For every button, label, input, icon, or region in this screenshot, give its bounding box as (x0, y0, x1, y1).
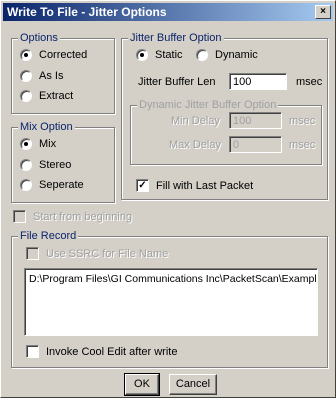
radio-icon (196, 49, 208, 61)
mix-mix-label: Mix (39, 138, 57, 150)
start-from-beginning-checkbox[interactable]: Start from beginning (13, 210, 132, 223)
min-delay-label: Min Delay (171, 115, 220, 127)
jitter-buffer-len-unit: msec (296, 76, 323, 88)
radio-icon (20, 179, 32, 191)
file-record-group: File Record Use SSRC for File Name D:\Pr… (11, 230, 328, 368)
radio-icon (20, 159, 32, 171)
title-bar: Write To File - Jitter Options × (3, 3, 333, 21)
dynamic-jitter-legend: Dynamic Jitter Buffer Option (137, 99, 279, 111)
jitter-buffer-group: Jitter Buffer Option Static Dynamic Jitt… (121, 32, 328, 200)
mix-stereo-label: Stereo (39, 159, 72, 171)
options-group: Options Corrected As Is Extract (11, 32, 115, 114)
cancel-button[interactable]: Cancel (169, 374, 217, 395)
jitter-buffer-legend: Jitter Buffer Option (128, 32, 224, 44)
close-icon[interactable]: × (315, 5, 331, 19)
use-ssrc-checkbox[interactable]: Use SSRC for File Name (26, 247, 168, 260)
mix-mix-radio[interactable]: Mix (20, 138, 56, 150)
fill-with-last-packet-checkbox[interactable]: ✓ Fill with Last Packet (136, 179, 253, 192)
jitter-buffer-len-input[interactable]: 100 (229, 73, 287, 90)
min-delay-unit: msec (289, 115, 316, 127)
radio-icon (20, 90, 32, 102)
mix-seperate-label: Seperate (39, 179, 84, 191)
use-ssrc-label: Use SSRC for File Name (46, 247, 169, 260)
option-extract-label: Extract (39, 90, 74, 102)
static-radio[interactable]: Static (136, 49, 183, 61)
fill-with-last-packet-label: Fill with Last Packet (156, 179, 254, 192)
checkbox-icon (26, 345, 39, 358)
max-delay-label: Max Delay (169, 139, 221, 151)
option-as-is-label: As Is (39, 70, 64, 82)
invoke-cool-edit-label: Invoke Cool Edit after write (46, 345, 178, 358)
options-legend: Options (18, 32, 60, 44)
radio-icon (20, 49, 32, 61)
checkmark-icon: ✓ (136, 179, 149, 192)
mix-stereo-radio[interactable]: Stereo (20, 159, 71, 171)
mix-option-legend: Mix Option (18, 121, 75, 133)
jitter-buffer-len-label: Jitter Buffer Len (138, 76, 216, 88)
mix-option-group: Mix Option Mix Stereo Seperate (11, 121, 115, 203)
checkbox-icon (26, 247, 39, 260)
radio-icon (136, 49, 148, 61)
max-delay-input[interactable]: 0 (229, 136, 282, 153)
window-title: Write To File - Jitter Options (7, 5, 167, 19)
radio-icon (20, 138, 32, 150)
option-corrected-label: Corrected (39, 49, 88, 61)
dynamic-jitter-group: Dynamic Jitter Buffer Option Min Delay 1… (130, 99, 322, 165)
max-delay-unit: msec (289, 139, 316, 151)
option-corrected-radio[interactable]: Corrected (20, 49, 87, 61)
static-label: Static (155, 49, 183, 61)
file-path-list[interactable]: D:\Program Files\GI Communications Inc\P… (24, 268, 318, 336)
dynamic-radio[interactable]: Dynamic (196, 49, 258, 61)
min-delay-input[interactable]: 100 (229, 112, 282, 129)
option-extract-radio[interactable]: Extract (20, 90, 73, 102)
file-path-item[interactable]: D:\Program Files\GI Communications Inc\P… (29, 273, 317, 285)
start-from-beginning-label: Start from beginning (33, 210, 133, 223)
invoke-cool-edit-checkbox[interactable]: Invoke Cool Edit after write (26, 345, 177, 358)
option-as-is-radio[interactable]: As Is (20, 70, 63, 82)
radio-icon (20, 70, 32, 82)
checkbox-icon (13, 210, 26, 223)
dynamic-label: Dynamic (215, 49, 258, 61)
file-record-legend: File Record (18, 230, 79, 242)
mix-seperate-radio[interactable]: Seperate (20, 179, 84, 191)
jitter-options-dialog: Write To File - Jitter Options × Options… (0, 0, 336, 398)
ok-button[interactable]: OK (124, 373, 160, 396)
